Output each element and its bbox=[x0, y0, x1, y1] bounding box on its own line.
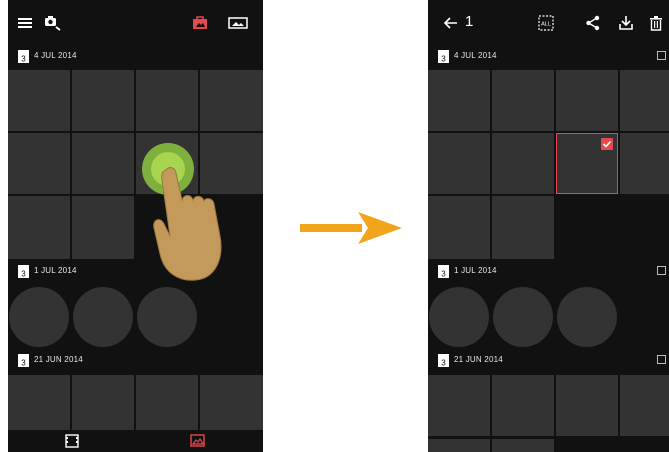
right-screen: 1 ALL 3 4 JUL 2014 3 1 JUL 2014 3 21 JUN… bbox=[428, 0, 669, 452]
photo-thumbnail-round[interactable] bbox=[9, 287, 69, 347]
photo-thumbnail[interactable] bbox=[620, 70, 669, 131]
left-toolbar bbox=[8, 0, 263, 44]
photo-thumbnail[interactable] bbox=[72, 133, 134, 194]
calendar-icon: 3 bbox=[18, 354, 29, 367]
photo-thumbnail[interactable] bbox=[8, 196, 70, 259]
arrow-right-icon bbox=[300, 212, 402, 244]
photo-thumbnail[interactable] bbox=[136, 375, 198, 430]
bottom-nav bbox=[8, 430, 263, 452]
panorama-icon[interactable] bbox=[227, 12, 249, 34]
photo-thumbnail[interactable] bbox=[492, 70, 554, 131]
photo-thumbnail[interactable] bbox=[428, 375, 490, 436]
date-label: 1 JUL 2014 bbox=[34, 266, 77, 275]
date-header: 3 4 JUL 2014 bbox=[8, 47, 263, 67]
photo-thumbnail[interactable] bbox=[72, 196, 134, 259]
select-all-text: ALL bbox=[541, 22, 551, 28]
calendar-icon: 3 bbox=[438, 354, 449, 367]
selected-count: 1 bbox=[465, 13, 474, 30]
photo-thumbnail[interactable] bbox=[72, 70, 134, 131]
photo-thumbnail[interactable] bbox=[428, 133, 490, 194]
touch-gesture bbox=[142, 143, 222, 281]
left-screen: 3 4 JUL 2014 3 1 JUL 2014 3 21 JUN 2014 bbox=[8, 0, 263, 452]
calendar-icon: 3 bbox=[18, 50, 29, 63]
photo-thumbnail[interactable] bbox=[200, 375, 263, 430]
photo-thumbnail[interactable] bbox=[492, 439, 554, 452]
photo-thumbnail[interactable] bbox=[72, 375, 134, 430]
calendar-icon: 3 bbox=[438, 50, 449, 63]
date-header: 3 21 JUN 2014 bbox=[428, 351, 669, 371]
camera-switch-icon[interactable] bbox=[42, 12, 64, 34]
date-label: 4 JUL 2014 bbox=[34, 51, 77, 60]
section-checkbox[interactable] bbox=[657, 266, 666, 275]
photo-thumbnail[interactable] bbox=[200, 70, 263, 131]
download-icon[interactable] bbox=[615, 12, 637, 34]
share-icon[interactable] bbox=[582, 12, 604, 34]
svg-text:3: 3 bbox=[441, 55, 446, 64]
date-label: 21 JUN 2014 bbox=[454, 355, 503, 364]
section-checkbox[interactable] bbox=[657, 355, 666, 364]
right-toolbar: 1 ALL bbox=[428, 0, 669, 44]
album-icon[interactable] bbox=[189, 12, 211, 34]
photo-thumbnail-round[interactable] bbox=[73, 287, 133, 347]
delete-icon[interactable] bbox=[645, 12, 667, 34]
photo-thumbnail[interactable] bbox=[428, 196, 490, 259]
photos-icon[interactable] bbox=[190, 434, 205, 447]
film-icon[interactable] bbox=[65, 434, 79, 448]
photo-thumbnail[interactable] bbox=[492, 375, 554, 436]
checkbox-checked-icon[interactable] bbox=[601, 138, 613, 150]
date-label: 1 JUL 2014 bbox=[454, 266, 497, 275]
photo-thumbnail[interactable] bbox=[428, 70, 490, 131]
date-header: 3 4 JUL 2014 bbox=[428, 47, 669, 67]
photo-thumbnail[interactable] bbox=[8, 375, 70, 430]
date-header: 3 1 JUL 2014 bbox=[428, 262, 669, 282]
photo-thumbnail[interactable] bbox=[8, 70, 70, 131]
svg-text:3: 3 bbox=[21, 270, 26, 279]
photo-thumbnail[interactable] bbox=[620, 133, 669, 194]
photo-thumbnail-round[interactable] bbox=[429, 287, 489, 347]
select-all-icon[interactable]: ALL bbox=[535, 12, 557, 34]
photo-thumbnail[interactable] bbox=[492, 196, 554, 259]
calendar-icon: 3 bbox=[18, 265, 29, 278]
photo-thumbnail[interactable] bbox=[428, 439, 490, 452]
svg-text:3: 3 bbox=[21, 55, 26, 64]
date-header: 3 21 JUN 2014 bbox=[8, 351, 263, 371]
back-arrow-icon[interactable] bbox=[440, 12, 462, 34]
photo-thumbnail-round[interactable] bbox=[137, 287, 197, 347]
photo-thumbnail[interactable] bbox=[8, 133, 70, 194]
date-label: 4 JUL 2014 bbox=[454, 51, 497, 60]
photo-thumbnail[interactable] bbox=[136, 70, 198, 131]
photo-thumbnail[interactable] bbox=[620, 375, 669, 436]
svg-text:3: 3 bbox=[441, 359, 446, 368]
svg-text:3: 3 bbox=[441, 270, 446, 279]
photo-thumbnail[interactable] bbox=[556, 375, 618, 436]
photo-thumbnail-round[interactable] bbox=[493, 287, 553, 347]
photo-thumbnail-round[interactable] bbox=[557, 287, 617, 347]
section-checkbox[interactable] bbox=[657, 51, 666, 60]
date-label: 21 JUN 2014 bbox=[34, 355, 83, 364]
calendar-icon: 3 bbox=[438, 265, 449, 278]
photo-thumbnail[interactable] bbox=[556, 70, 618, 131]
svg-text:3: 3 bbox=[21, 359, 26, 368]
photo-thumbnail[interactable] bbox=[492, 133, 554, 194]
photo-thumbnail-selected[interactable] bbox=[556, 133, 618, 194]
menu-icon[interactable] bbox=[14, 12, 36, 34]
